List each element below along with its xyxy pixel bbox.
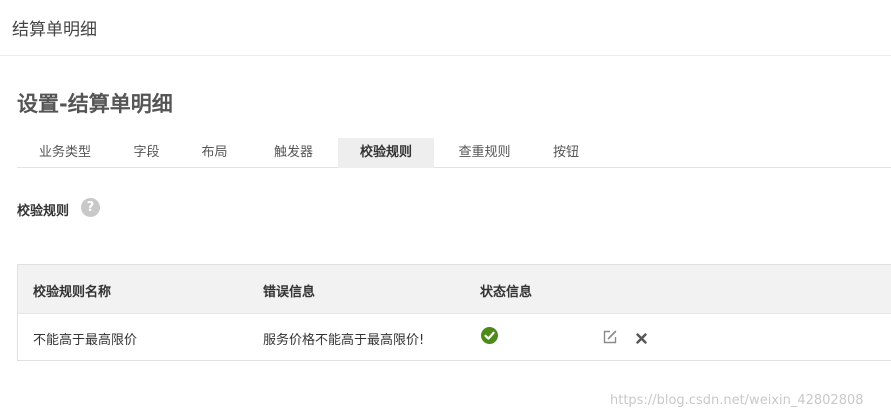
section-label: 校验规则 [17, 204, 70, 219]
column-header-error-message: 错误信息 [263, 285, 316, 300]
tab-layout[interactable]: 布局 [180, 138, 249, 168]
rule-name-cell: 不能高于最高限价 [33, 333, 138, 348]
watermark: https://blog.csdn.net/weixin_42802808 [610, 393, 864, 408]
column-header-status: 状态信息 [480, 285, 533, 300]
table-row: 不能高于最高限价 服务价格不能高于最高限价! [18, 314, 891, 361]
table-header: 校验规则名称 错误信息 状态信息 [18, 265, 891, 314]
tab-triggers[interactable]: 触发器 [249, 138, 338, 168]
tab-validation-rules[interactable]: 校验规则 [338, 138, 434, 168]
tab-duplicate-rules[interactable]: 查重规则 [434, 138, 535, 168]
topbar-title: 结算单明细 [12, 20, 97, 40]
column-header-rule-name: 校验规则名称 [33, 285, 112, 300]
tab-buttons[interactable]: 按钮 [535, 138, 597, 168]
top-bar: 结算单明细 [0, 0, 891, 56]
edit-icon[interactable] [602, 329, 618, 345]
question-icon[interactable]: ? [81, 198, 100, 217]
tab-fields[interactable]: 字段 [113, 138, 180, 168]
error-message-cell: 服务价格不能高于最高限价! [263, 333, 425, 348]
page-title: 设置-结算单明细 [17, 92, 173, 116]
tab-business-type[interactable]: 业务类型 [17, 138, 113, 168]
delete-icon[interactable] [635, 330, 648, 344]
tab-bar: 业务类型 字段 布局 触发器 校验规则 查重规则 按钮 [17, 138, 891, 168]
check-circle-icon [481, 327, 498, 344]
validation-rules-table: 校验规则名称 错误信息 状态信息 不能高于最高限价 服务价格不能高于最高限价! [17, 264, 891, 361]
